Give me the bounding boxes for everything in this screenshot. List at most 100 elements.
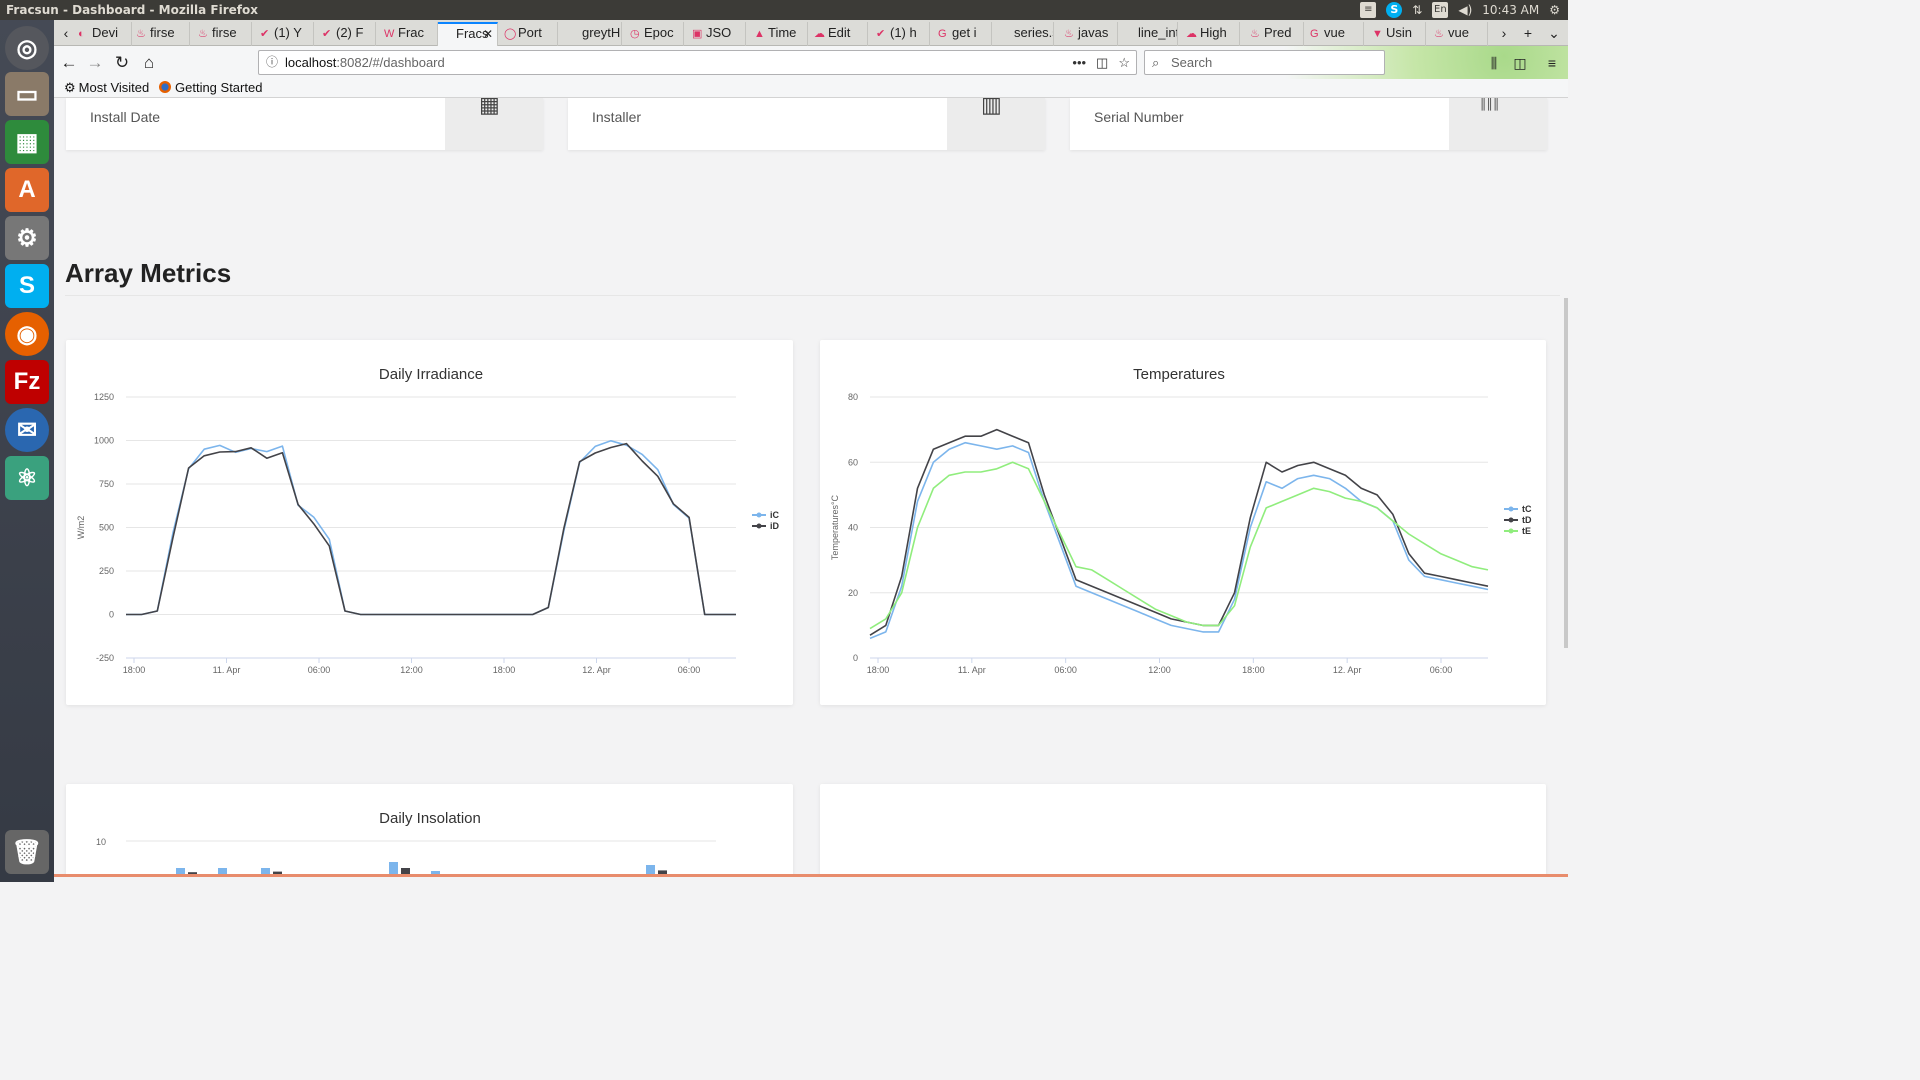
tab-favicon-icon: ◷ bbox=[630, 28, 640, 40]
tab-2[interactable]: ♨ firse bbox=[194, 22, 252, 46]
tab-16[interactable]: ♨ javas bbox=[1060, 22, 1118, 46]
atom-icon[interactable]: ⚛ bbox=[5, 456, 49, 500]
back-icon[interactable]: ← bbox=[58, 52, 80, 74]
tab-5[interactable]: W Frac bbox=[380, 22, 438, 46]
serial-number-card: Serial Number ║║║ bbox=[1070, 98, 1547, 150]
page-actions-menu-icon[interactable]: ••• bbox=[1072, 51, 1086, 74]
tab-favicon-icon: G bbox=[938, 28, 947, 40]
skype-tray-icon[interactable]: S bbox=[1386, 2, 1403, 18]
tab-label: (1) Y bbox=[274, 25, 302, 40]
skype-icon[interactable]: S bbox=[5, 264, 49, 308]
tab-scroll-left-icon[interactable]: ‹ bbox=[56, 22, 76, 44]
legend-marker bbox=[1508, 506, 1514, 512]
tab-3[interactable]: ✔ (1) Y bbox=[256, 22, 314, 46]
ubuntu-dash-icon[interactable]: ◎ bbox=[5, 26, 49, 70]
files-icon[interactable]: ▭ bbox=[5, 72, 49, 116]
library-icon[interactable]: ⫼ bbox=[1484, 53, 1504, 73]
bookmark-getting-started[interactable]: Getting Started bbox=[159, 80, 262, 95]
url-host: localhost bbox=[285, 55, 337, 70]
trash-icon[interactable]: 🗑 bbox=[5, 830, 49, 874]
temperatures-chart[interactable]: Temperatures 0 20 40 60 80 18:00 11. Apr 06:00 12… bbox=[820, 340, 1546, 705]
temperatures-panel: Temperatures 0 20 40 60 80 18:00 11. Apr 06:00 12… bbox=[820, 340, 1546, 705]
pocket-icon[interactable]: ◫ bbox=[1096, 51, 1108, 74]
tab-label: javas bbox=[1078, 25, 1109, 40]
tab-10[interactable]: ▣ JSO bbox=[688, 22, 746, 46]
x-tick-label: 12. Apr bbox=[582, 665, 611, 675]
window-title: Fracsun - Dashboard - Mozilla Firefox bbox=[6, 3, 258, 17]
install-date-card: Install Date ▦ bbox=[66, 98, 543, 150]
y-tick-label: 1250 bbox=[94, 392, 114, 402]
firefox-icon[interactable]: ◉ bbox=[5, 312, 49, 356]
url-bar[interactable]: ⓘ localhost:8082/#/dashboard ••• ◫ ☆ bbox=[258, 50, 1137, 75]
legend-label: tD bbox=[1522, 515, 1532, 525]
tab-label: get i bbox=[952, 25, 977, 40]
tab-label: Port bbox=[518, 25, 542, 40]
new-tab-button[interactable]: + bbox=[1518, 22, 1538, 44]
tab-0[interactable]: ◐ Devi bbox=[74, 22, 132, 46]
bookmark-star-icon[interactable]: ☆ bbox=[1118, 51, 1130, 74]
tab-12[interactable]: ☁ Edit bbox=[810, 22, 868, 46]
tab-favicon-icon: ◐ bbox=[78, 28, 85, 40]
mail-indicator-icon[interactable]: ≡ bbox=[1360, 2, 1377, 18]
x-tick-label: 18:00 bbox=[1242, 665, 1265, 675]
series-line-tE bbox=[869, 461, 1489, 630]
x-tick-label: 06:00 bbox=[308, 665, 331, 675]
y-tick-label: 20 bbox=[848, 588, 858, 598]
tab-11[interactable]: ▲ Time bbox=[750, 22, 808, 46]
tab-21[interactable]: ▼ Usin bbox=[1368, 22, 1426, 46]
tab-18[interactable]: ☁ High bbox=[1182, 22, 1240, 46]
tab-9[interactable]: ◷ Epoc bbox=[626, 22, 684, 46]
sidebar-icon[interactable]: ◫ bbox=[1510, 53, 1530, 73]
tab-label: Time bbox=[768, 25, 797, 40]
url-path: :8082/#/dashboard bbox=[336, 55, 445, 70]
y-axis-title: W/m2 bbox=[76, 516, 86, 540]
tab-favicon-icon: ▲ bbox=[754, 28, 765, 40]
thunderbird-icon[interactable]: ✉ bbox=[5, 408, 49, 452]
system-settings-icon[interactable]: ⚙ bbox=[5, 216, 49, 260]
building-icon: ▥ bbox=[981, 98, 1002, 117]
reload-icon[interactable]: ↻ bbox=[111, 52, 133, 74]
tab-7[interactable]: ◯ Port bbox=[500, 22, 558, 46]
daily-irradiance-chart[interactable]: Daily Irradiance -250 0 250 500 750 1000 1250 18… bbox=[66, 340, 793, 705]
y-tick-label: 750 bbox=[99, 479, 114, 489]
daily-insolation-chart[interactable]: Daily Insolation 10 bbox=[66, 784, 793, 874]
tab-8[interactable]: greytHR bbox=[564, 22, 622, 46]
y-tick-label: 60 bbox=[848, 457, 858, 467]
tab-20[interactable]: Gvue bbox=[1306, 22, 1364, 46]
keyboard-layout-indicator[interactable]: En bbox=[1432, 2, 1449, 18]
tab-scroll-right-icon[interactable]: › bbox=[1494, 22, 1514, 44]
page-scrollbar[interactable] bbox=[1564, 298, 1568, 648]
tab-4[interactable]: ✔ (2) F bbox=[318, 22, 376, 46]
bookmark-most-visited[interactable]: ⚙ Most Visited bbox=[64, 80, 149, 96]
unity-launcher: ◎ ▭ ▦ A ⚙ S ◉ Fz ✉ ⚛ 🗑 bbox=[0, 20, 54, 882]
x-tick-label: 06:00 bbox=[1430, 665, 1453, 675]
tab-1[interactable]: ♨ firse bbox=[132, 22, 190, 46]
tab-17[interactable]: line_int bbox=[1120, 22, 1178, 46]
tab-13[interactable]: ✔ (1) h bbox=[872, 22, 930, 46]
tab-22[interactable]: ♨ vue bbox=[1430, 22, 1488, 46]
search-input[interactable]: ⌕ Search bbox=[1144, 50, 1385, 75]
tab-6[interactable]: Fracs ✕ bbox=[438, 22, 498, 46]
volume-icon[interactable]: ◀) bbox=[1458, 2, 1472, 18]
tab-14[interactable]: Gget i bbox=[934, 22, 992, 46]
tab-19[interactable]: ♨ Pred bbox=[1246, 22, 1304, 46]
tab-15[interactable]: series.s bbox=[996, 22, 1054, 46]
clock[interactable]: 10:43 AM bbox=[1482, 2, 1539, 18]
home-icon[interactable]: ⌂ bbox=[138, 52, 160, 74]
software-center-icon[interactable]: A bbox=[5, 168, 49, 212]
hamburger-menu-icon[interactable]: ≡ bbox=[1542, 53, 1562, 73]
tab-list-icon[interactable]: ⌄ bbox=[1544, 22, 1564, 44]
section-divider bbox=[65, 295, 1560, 296]
spreadsheet-icon[interactable]: ▦ bbox=[5, 120, 49, 164]
filezilla-icon[interactable]: Fz bbox=[5, 360, 49, 404]
network-icon[interactable]: ⇅ bbox=[1412, 2, 1422, 18]
tab-label: Usin bbox=[1386, 25, 1413, 40]
tab-label: (1) h bbox=[890, 25, 917, 40]
close-tab-icon[interactable]: ✕ bbox=[483, 24, 493, 44]
series-line-tD bbox=[869, 428, 1489, 636]
chart-title: Temperatures bbox=[1133, 366, 1225, 383]
settings-gear-icon[interactable]: ⚙ bbox=[1549, 2, 1560, 18]
forward-icon[interactable]: → bbox=[84, 52, 106, 74]
site-info-icon[interactable]: ⓘ bbox=[266, 51, 278, 74]
tab-label: High bbox=[1200, 25, 1227, 40]
